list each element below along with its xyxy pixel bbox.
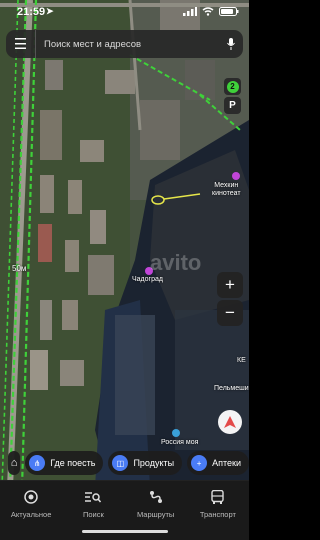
status-icons [183, 7, 239, 16]
chip-label: Аптеки [212, 458, 241, 468]
watermark: avito [150, 250, 202, 275]
location-arrow-icon: ➤ [46, 6, 54, 16]
home-indicator [82, 530, 168, 533]
wifi-icon [202, 7, 214, 16]
chip-where-to-eat[interactable]: ⋔ Где поесть [25, 451, 104, 475]
chip-home[interactable]: ⌂ [8, 451, 21, 475]
menu-icon[interactable]: ☰ [6, 30, 36, 58]
russia-label: Россия моя [161, 439, 199, 446]
tab-label: Поиск [82, 510, 104, 519]
parking-button[interactable]: P [224, 97, 241, 114]
search-input[interactable]: Поиск мест и адресов [36, 39, 219, 50]
tab-transport[interactable]: Транспорт [189, 487, 247, 540]
layers-count-badge: 2 [226, 80, 239, 93]
tab-actual[interactable]: Актуальное [2, 487, 60, 540]
building [40, 110, 62, 160]
cinema-marker[interactable] [232, 172, 240, 180]
status-time: 21:59 [17, 6, 46, 18]
status-bar: 21:59 ➤ [0, 0, 249, 24]
pelmeni-label: Пельмеши [214, 385, 249, 392]
chip-groceries[interactable]: ◫ Продукты [108, 451, 183, 475]
zoom-in-button[interactable]: + [217, 272, 243, 298]
home-icon: ⌂ [10, 457, 18, 469]
target-icon [24, 487, 38, 507]
search-list-icon [85, 487, 102, 507]
right-edge-label: КЕ [237, 357, 246, 364]
cinema-label: Мехкин кинотеат [212, 182, 241, 197]
chip-label: Где поесть [50, 458, 96, 468]
plus-icon: + [191, 455, 208, 471]
search-bar[interactable]: ☰ Поиск мест и адресов [6, 30, 243, 58]
satellite-map[interactable]: Мехкин кинотеат Чадоград КЕ Пельмеши Рос… [0, 0, 249, 488]
signal-icon [183, 7, 197, 16]
russia-marker[interactable] [172, 429, 180, 437]
tab-label: Транспорт [199, 510, 236, 519]
basket-icon: ◫ [112, 455, 129, 471]
layers-button[interactable]: 2 [224, 78, 241, 95]
category-chips: ⌂ ⋔ Где поесть ◫ Продукты + Аптеки [0, 451, 249, 475]
map-canvas [0, 0, 249, 488]
chip-label: Продукты [133, 458, 175, 468]
microphone-icon[interactable] [219, 38, 243, 50]
zoom-out-button[interactable]: − [217, 300, 243, 326]
scale-label: 50м [12, 264, 27, 273]
route-icon [149, 487, 163, 507]
navigation-icon [224, 416, 236, 428]
tab-label: Маршруты [136, 510, 175, 519]
chadograd-label: Чадоград [132, 276, 163, 283]
chip-pharmacies[interactable]: + Аптеки [187, 451, 249, 475]
tab-label: Актуальное [10, 510, 52, 519]
battery-icon [219, 7, 239, 16]
bus-icon [211, 487, 225, 507]
location-arrow-button[interactable] [218, 410, 242, 434]
fork-knife-icon: ⋔ [29, 455, 46, 471]
